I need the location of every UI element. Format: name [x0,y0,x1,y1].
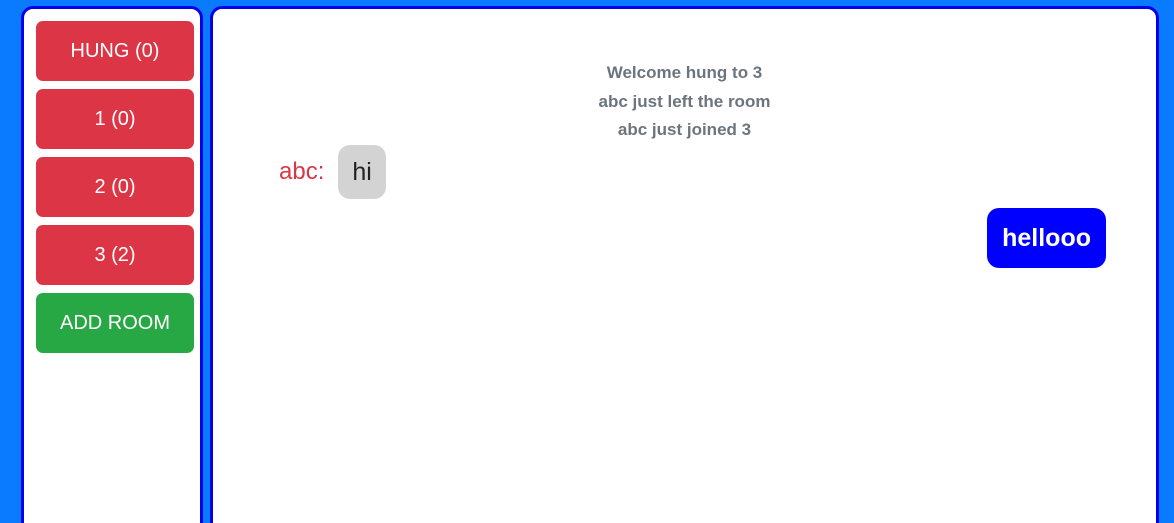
room-button-3[interactable]: 3 (2) [36,225,194,285]
system-messages: Welcome hung to 3 abc just left the room… [213,59,1156,145]
received-message-row: abc: hi [279,145,386,199]
sent-message-row: hellooo [987,208,1106,268]
message-sender: abc: [279,158,325,185]
received-message-bubble: hi [338,145,386,199]
room-button-hung[interactable]: HUNG (0) [36,21,194,81]
add-room-button[interactable]: ADD ROOM [36,293,194,353]
system-message: Welcome hung to 3 [606,63,763,82]
room-sidebar: HUNG (0) 1 (0) 2 (0) 3 (2) ADD ROOM [21,6,203,523]
chat-panel: Welcome hung to 3 abc just left the room… [210,6,1159,523]
sent-message-bubble: hellooo [987,208,1106,268]
room-button-1[interactable]: 1 (0) [36,89,194,149]
chat-app: HUNG (0) 1 (0) 2 (0) 3 (2) ADD ROOM Welc… [0,0,1174,523]
room-button-2[interactable]: 2 (0) [36,157,194,217]
system-message: abc just joined 3 [617,120,752,139]
system-message: abc just left the room [598,91,771,111]
